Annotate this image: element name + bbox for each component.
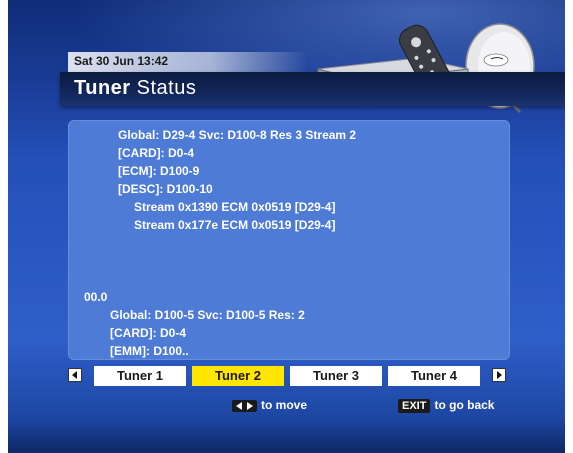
datetime: Sat 30 Jun 13:42 [74,54,169,68]
page-title: Tuner Status [74,77,196,100]
page-title-rest: Status [130,77,197,99]
tab-tuner-1[interactable]: Tuner 1 [94,366,186,386]
status-line: [EMM]: D100.. [110,344,189,358]
status-line: Stream 0x177e ECM 0x0519 [D29-4] [134,218,336,232]
status-line: [DESC]: D100-10 [118,182,213,196]
screen: Sat 30 Jun 13:42 Tuner Status Global: D2… [8,0,565,453]
status-line: Global: D29-4 Svc: D100-8 Res 3 Stream 2 [118,128,357,142]
move-hint: to move [232,398,307,412]
tab-prev-button[interactable] [68,368,82,382]
status-line: Stream 0x1390 ECM 0x0519 [D29-4] [134,200,336,214]
tab-tuner-4[interactable]: Tuner 4 [388,366,480,386]
tab-tuner-2[interactable]: Tuner 2 [192,366,284,386]
status-line: [CARD]: D0-4 [110,326,186,340]
exit-hint: EXIT to go back [398,398,494,413]
left-right-keys-icon [232,399,257,412]
status-line: 00.0 [84,290,108,304]
bottom-shade [8,420,565,453]
status-line: [CARD]: D0-4 [118,146,194,160]
tab-next-button[interactable] [492,368,506,382]
tab-tuner-3[interactable]: Tuner 3 [290,366,382,386]
page-title-bold: Tuner [74,77,131,99]
exit-hint-text: to go back [434,398,495,412]
status-line: [ECM]: D100-9 [118,164,200,178]
exit-key: EXIT [398,398,431,413]
left-arrow-icon [72,371,77,379]
status-line: Global: D100-5 Svc: D100-5 Res: 2 [110,308,305,322]
move-hint-text: to move [261,398,308,412]
status-panel: Global: D29-4 Svc: D100-8 Res 3 Stream 2… [68,120,510,360]
right-arrow-icon [497,371,502,379]
tuner-tab-bar: Tuner 1 Tuner 2 Tuner 3 Tuner 4 [68,364,510,386]
